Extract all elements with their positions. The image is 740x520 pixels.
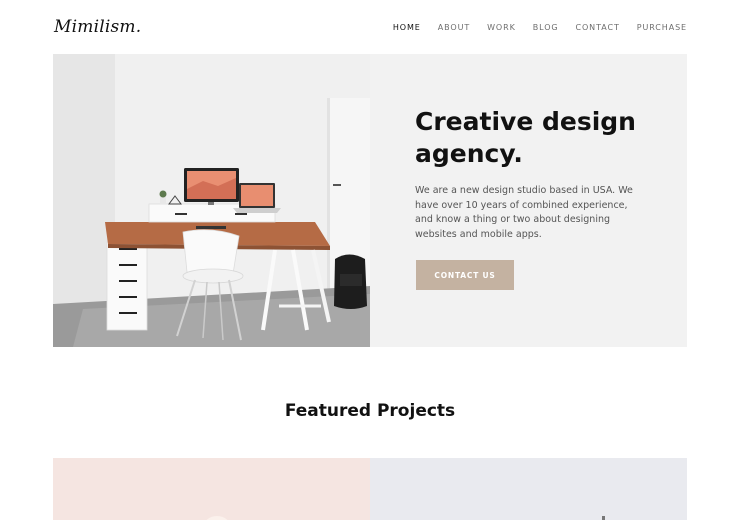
project-card[interactable] <box>370 458 687 520</box>
nav-purchase[interactable]: PURCHASE <box>637 23 687 32</box>
hero-section: Creative design agency. We are a new des… <box>53 54 687 347</box>
site-logo[interactable]: Mimilism. <box>54 17 141 37</box>
nav-contact[interactable]: CONTACT <box>576 23 620 32</box>
nav-blog[interactable]: BLOG <box>533 23 559 32</box>
contact-us-button[interactable]: CONTACT US <box>416 260 514 290</box>
nav-work[interactable]: WORK <box>487 23 516 32</box>
site-header: Mimilism. HOME ABOUT WORK BLOG CONTACT P… <box>0 0 740 54</box>
nav-home[interactable]: HOME <box>393 23 421 32</box>
main-nav: HOME ABOUT WORK BLOG CONTACT PURCHASE <box>393 23 687 32</box>
hero-description: We are a new design studio based in USA.… <box>415 185 633 240</box>
featured-projects-title: Featured Projects <box>284 401 456 421</box>
hero-image-desk <box>53 54 370 347</box>
projects-grid <box>53 458 687 520</box>
hero-title: Creative design agency. <box>415 107 636 168</box>
project-card[interactable] <box>53 458 370 520</box>
nav-about[interactable]: ABOUT <box>438 23 470 32</box>
hero-text: Creative design agency. We are a new des… <box>415 106 645 242</box>
